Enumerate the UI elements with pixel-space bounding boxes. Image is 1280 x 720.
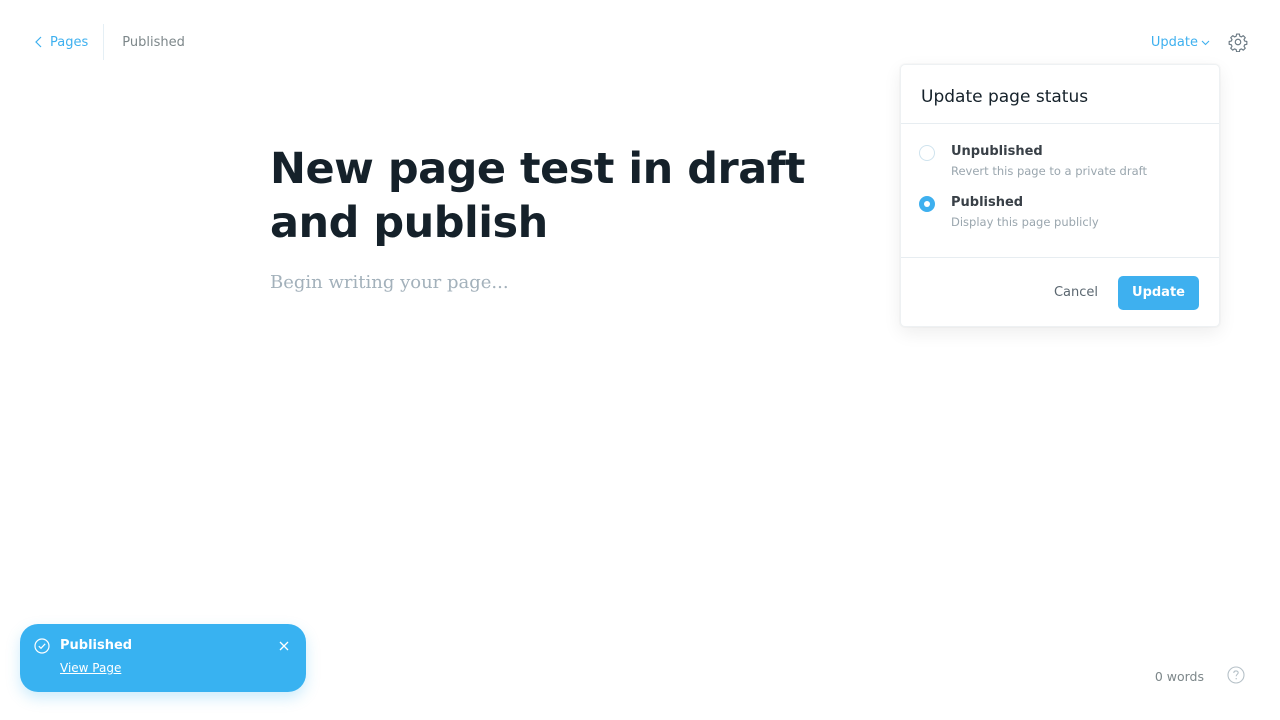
update-status-popover: Update page status Unpublished Revert th… xyxy=(900,64,1220,327)
update-dropdown-trigger[interactable]: Update xyxy=(1151,35,1210,50)
editor-content: New page test in draft and publish Begin… xyxy=(270,142,890,293)
popover-title: Update page status xyxy=(901,65,1219,124)
published-toast: Published View Page xyxy=(20,624,306,692)
back-to-pages-link[interactable]: Pages xyxy=(34,24,105,60)
popover-footer: Cancel Update xyxy=(901,257,1219,327)
option-unpublished[interactable]: Unpublished Revert this page to a privat… xyxy=(919,144,1199,178)
help-icon[interactable] xyxy=(1227,666,1245,684)
word-count: 0 words xyxy=(1154,669,1204,684)
post-status-label: Published xyxy=(122,34,185,50)
editor-screen: Pages Published Update New page test in … xyxy=(0,0,1280,720)
published-radio[interactable] xyxy=(919,196,935,212)
update-button[interactable]: Update xyxy=(1118,275,1199,310)
toast-title: Published xyxy=(60,638,133,653)
close-icon[interactable] xyxy=(278,640,290,652)
update-trigger-label: Update xyxy=(1150,34,1198,50)
breadcrumb: Pages Published xyxy=(34,24,185,60)
option-description: Revert this page to a private draft xyxy=(951,164,1147,178)
option-label: Published xyxy=(951,195,1024,210)
page-body-editor[interactable]: Begin writing your page... xyxy=(270,272,890,293)
page-title-input[interactable]: New page test in draft and publish xyxy=(270,142,890,250)
editor-actions: Update xyxy=(1151,32,1248,52)
back-link-label: Pages xyxy=(50,34,89,50)
cancel-button[interactable]: Cancel xyxy=(1054,285,1098,300)
option-description: Display this page publicly xyxy=(951,215,1099,229)
settings-gear-icon[interactable] xyxy=(1228,32,1248,52)
option-label: Unpublished xyxy=(951,144,1043,159)
chevron-down-icon xyxy=(1201,40,1210,46)
unpublished-radio[interactable] xyxy=(919,145,935,161)
check-circle-icon xyxy=(34,638,50,654)
status-options: Unpublished Revert this page to a privat… xyxy=(901,124,1219,229)
option-published[interactable]: Published Display this page publicly xyxy=(919,195,1199,229)
view-page-link[interactable]: View Page xyxy=(60,661,121,675)
chevron-left-icon xyxy=(35,36,42,48)
